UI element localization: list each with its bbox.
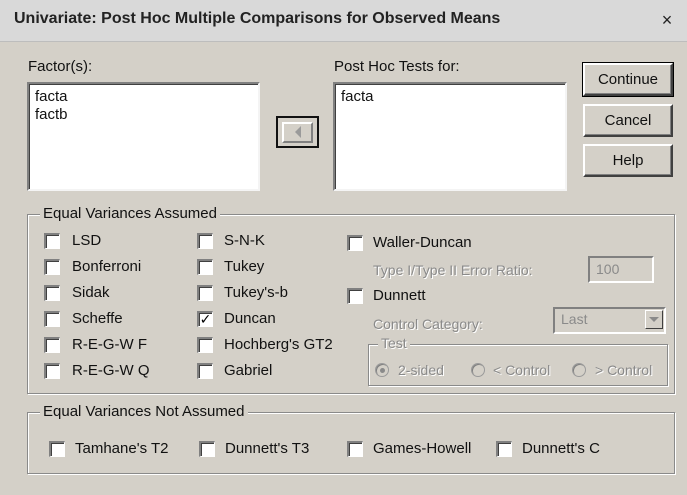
hochberg-checkbox[interactable] bbox=[197, 337, 213, 353]
tukey-checkbox[interactable] bbox=[197, 259, 213, 275]
list-item[interactable]: facta bbox=[341, 88, 559, 106]
dunnetts-c-label: Dunnett's C bbox=[522, 440, 600, 457]
tukeys-b-label: Tukey's-b bbox=[224, 284, 288, 301]
dunnett-checkbox[interactable] bbox=[347, 288, 363, 304]
dunnetts-t3-label: Dunnett's T3 bbox=[225, 440, 310, 457]
two-sided-label: 2-sided bbox=[398, 362, 444, 378]
error-ratio-label: Type I/Type II Error Ratio: bbox=[373, 262, 533, 278]
group-caption: Equal Variances Assumed bbox=[40, 205, 220, 222]
cancel-button[interactable]: Cancel bbox=[583, 104, 673, 137]
dunnett-label: Dunnett bbox=[373, 287, 426, 304]
sidak-checkbox[interactable] bbox=[44, 285, 60, 301]
control-category-select[interactable]: Last bbox=[553, 307, 666, 334]
regwq-checkbox[interactable] bbox=[44, 363, 60, 379]
tukey-label: Tukey bbox=[224, 258, 265, 275]
test-caption: Test bbox=[378, 335, 410, 351]
dialog-title: Univariate: Post Hoc Multiple Comparison… bbox=[14, 10, 501, 27]
tamhane-label: Tamhane's T2 bbox=[75, 440, 169, 457]
hochberg-label: Hochberg's GT2 bbox=[224, 336, 333, 353]
games-howell-label: Games-Howell bbox=[373, 440, 472, 457]
lsd-label: LSD bbox=[72, 232, 102, 249]
close-icon[interactable]: × bbox=[656, 10, 678, 32]
list-item[interactable]: facta bbox=[35, 88, 252, 106]
games-howell-checkbox[interactable] bbox=[347, 441, 363, 457]
tamhane-checkbox[interactable] bbox=[49, 441, 65, 457]
snk-checkbox[interactable] bbox=[197, 233, 213, 249]
help-button[interactable]: Help bbox=[583, 144, 673, 177]
factors-listbox[interactable]: facta factb bbox=[27, 82, 260, 191]
sidak-label: Sidak bbox=[72, 284, 110, 301]
arrow-left-icon bbox=[294, 126, 301, 138]
post-hoc-listbox[interactable]: facta bbox=[333, 82, 567, 191]
waller-duncan-checkbox[interactable] bbox=[347, 235, 363, 251]
move-variable-button[interactable] bbox=[276, 116, 319, 148]
regwf-label: R-E-G-W F bbox=[72, 336, 147, 353]
snk-label: S-N-K bbox=[224, 232, 265, 249]
continue-button[interactable]: Continue bbox=[582, 62, 674, 97]
list-item[interactable]: factb bbox=[35, 106, 252, 124]
chevron-down-icon[interactable] bbox=[645, 310, 663, 329]
duncan-checkbox[interactable] bbox=[197, 311, 213, 327]
tukeys-b-checkbox[interactable] bbox=[197, 285, 213, 301]
group-caption: Equal Variances Not Assumed bbox=[40, 403, 248, 420]
dunnetts-t3-checkbox[interactable] bbox=[199, 441, 215, 457]
control-category-value: Last bbox=[561, 311, 588, 327]
waller-duncan-label: Waller-Duncan bbox=[373, 234, 472, 251]
greater-control-label: > Control bbox=[595, 362, 653, 378]
duncan-label: Duncan bbox=[224, 310, 276, 327]
scheffe-label: Scheffe bbox=[72, 310, 123, 327]
lsd-checkbox[interactable] bbox=[44, 233, 60, 249]
bonferroni-checkbox[interactable] bbox=[44, 259, 60, 275]
control-category-label: Control Category: bbox=[373, 316, 483, 332]
less-control-radio[interactable] bbox=[471, 363, 485, 377]
factors-label: Factor(s): bbox=[28, 58, 93, 75]
greater-control-radio[interactable] bbox=[572, 363, 586, 377]
bonferroni-label: Bonferroni bbox=[72, 258, 142, 275]
post-hoc-label: Post Hoc Tests for: bbox=[334, 58, 460, 75]
regwq-label: R-E-G-W Q bbox=[72, 362, 150, 379]
two-sided-radio[interactable] bbox=[375, 363, 389, 377]
dunnetts-c-checkbox[interactable] bbox=[496, 441, 512, 457]
gabriel-label: Gabriel bbox=[224, 362, 273, 379]
scheffe-checkbox[interactable] bbox=[44, 311, 60, 327]
regwf-checkbox[interactable] bbox=[44, 337, 60, 353]
error-ratio-field[interactable]: 100 bbox=[588, 256, 654, 283]
less-control-label: < Control bbox=[493, 362, 551, 378]
gabriel-checkbox[interactable] bbox=[197, 363, 213, 379]
